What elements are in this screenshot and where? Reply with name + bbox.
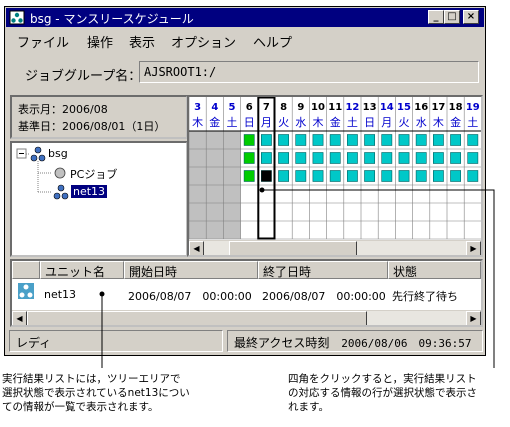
note-right: 四角をクリックすると，実行結果リスト の対応する情報の行が選択状態で表示さ れま… bbox=[288, 373, 477, 413]
callout-leaders bbox=[99, 187, 495, 368]
note-left: 実行結果リストには，ツリーエリアで 選択状態で表示されているnet13につい て… bbox=[2, 373, 190, 413]
